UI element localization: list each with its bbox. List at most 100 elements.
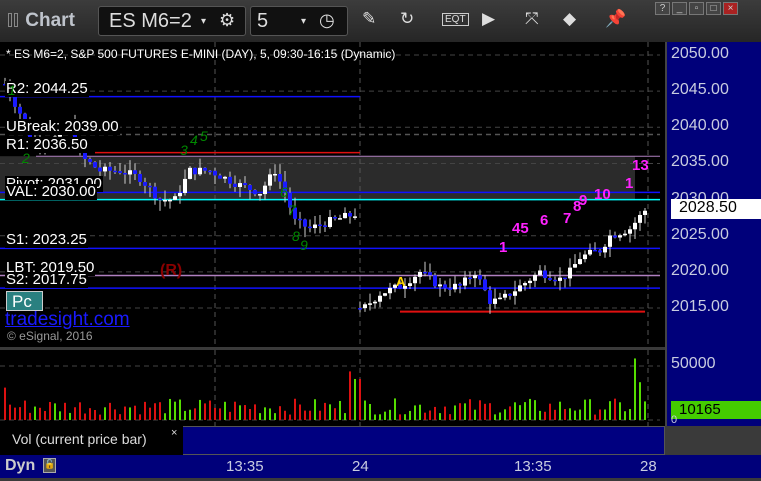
maximize-button[interactable]: □ (706, 2, 721, 15)
candle-body (348, 212, 352, 217)
candle-body (143, 182, 147, 186)
clock-icon[interactable]: ◷ (319, 10, 335, 31)
price-axis-label: 2020.00 (671, 261, 729, 279)
candle-body (468, 277, 472, 280)
edit-icon[interactable]: EQT (442, 13, 469, 26)
candle-body (478, 275, 482, 280)
last-price-label: 2028.50 (671, 199, 761, 219)
lock-icon[interactable]: 🔓 (43, 458, 56, 473)
candle-body (463, 277, 467, 286)
time-label: 13:35 (514, 458, 552, 475)
candle-body (218, 175, 222, 179)
candle-body (188, 167, 192, 179)
candle-body (123, 172, 127, 175)
setup-count-label: 4 (190, 132, 198, 148)
last-volume-value: 10165 (679, 401, 721, 418)
candle-body (238, 183, 242, 187)
candle-body (93, 162, 97, 168)
price-axis[interactable]: 2050.002045.002040.002035.002030.002025.… (665, 42, 761, 426)
candle-body (168, 199, 172, 202)
candle-body (538, 270, 542, 275)
close-button[interactable]: × (723, 2, 738, 15)
candle-body (203, 167, 207, 171)
candle-body (448, 288, 452, 290)
candle-body (593, 249, 597, 252)
candle-body (163, 199, 167, 202)
candle-body (278, 173, 282, 182)
candle-body (413, 276, 417, 284)
tag-icon[interactable]: ◆ (563, 9, 576, 29)
candle-body (598, 250, 602, 253)
candle-body (488, 290, 492, 304)
candle-body (528, 280, 532, 284)
price-plot (0, 42, 660, 347)
pause-icon[interactable] (8, 13, 12, 27)
candle-body (583, 254, 587, 260)
last-price-value: 2028.50 (679, 199, 737, 216)
pin-icon[interactable]: 📌 (605, 9, 626, 29)
restore-button[interactable]: ▫ (689, 2, 704, 15)
candle-body (108, 166, 112, 171)
tradesight-link[interactable]: tradesight.com (5, 309, 130, 331)
help-button[interactable]: ? (655, 2, 670, 15)
level-label: R2: 2044.25 (5, 79, 89, 97)
candle-body (183, 178, 187, 193)
setup-count-label: 2 (22, 150, 30, 166)
candle-body (573, 264, 577, 268)
pencil-icon[interactable]: ✎ (362, 9, 376, 29)
refresh-icon[interactable]: ↻ (400, 9, 414, 29)
candle-body (248, 185, 252, 190)
candle-body (88, 158, 92, 163)
symbol-dropdown[interactable]: ES M6=2 ▾ ⚙ (98, 6, 246, 36)
price-chart[interactable]: * ES M6=2, S&P 500 FUTURES E-MINI (DAY),… (0, 42, 665, 347)
candle-body (243, 183, 247, 186)
volume-label-text: Vol (current price bar) (12, 431, 147, 447)
price-axis-label: 2050.00 (671, 45, 729, 62)
time-label: 24 (352, 458, 369, 475)
candle-body (548, 278, 552, 280)
candle-body (438, 284, 442, 287)
title-text: Chart (25, 10, 75, 31)
interval-value: 5 (257, 10, 269, 32)
play-icon[interactable]: ▶ (482, 9, 495, 29)
chevron-down-icon: ▾ (201, 16, 207, 27)
candle-body (563, 277, 567, 280)
price-axis-label: 2015.00 (671, 298, 729, 316)
candle-body (423, 271, 427, 274)
candle-body (603, 246, 607, 253)
candle-body (98, 167, 102, 172)
vol-axis-label: 0 (671, 414, 678, 426)
candle-body (138, 173, 142, 183)
candle-body (228, 176, 232, 184)
pc-button[interactable]: Pc (6, 291, 43, 311)
time-label: 13:35 (226, 458, 264, 475)
candle-body (543, 270, 547, 279)
candle-body (118, 171, 122, 173)
interval-dropdown[interactable]: 5 ▾ ◷ (250, 6, 348, 36)
candle-body (378, 295, 382, 302)
price-axis-label: 2035.00 (671, 153, 729, 171)
candle-body (223, 176, 227, 179)
candle-body (83, 152, 87, 159)
candle-body (328, 217, 332, 227)
candle-body (363, 304, 367, 309)
volume-pane[interactable] (0, 350, 665, 426)
minimize-button[interactable]: _ (672, 2, 687, 15)
toolbar: Chart ES M6=2 ▾ ⚙ 5 ▾ ◷ ✎ ↻ EQT ▶ ⤧ ◆ 📌 ? _ … (0, 0, 761, 42)
candle-body (608, 235, 612, 247)
candle-body (453, 283, 457, 290)
candle-body (298, 218, 302, 221)
candle-body (233, 183, 237, 187)
candle-body (153, 186, 157, 199)
close-study-icon[interactable]: × (171, 427, 177, 439)
cursor-icon[interactable]: ⤧ (525, 9, 539, 29)
candle-body (633, 222, 637, 230)
candle-body (588, 249, 592, 255)
gear-icon[interactable]: ⚙ (219, 10, 235, 31)
candle-body (333, 217, 337, 219)
last-volume-label: 10165 (671, 401, 761, 419)
count-label: 1 (625, 175, 634, 192)
time-axis[interactable]: Dyn 🔓 13:35 24 13:35 28 (0, 455, 761, 478)
candle-body (128, 170, 132, 175)
chevron-down-icon: ▾ (301, 16, 307, 27)
